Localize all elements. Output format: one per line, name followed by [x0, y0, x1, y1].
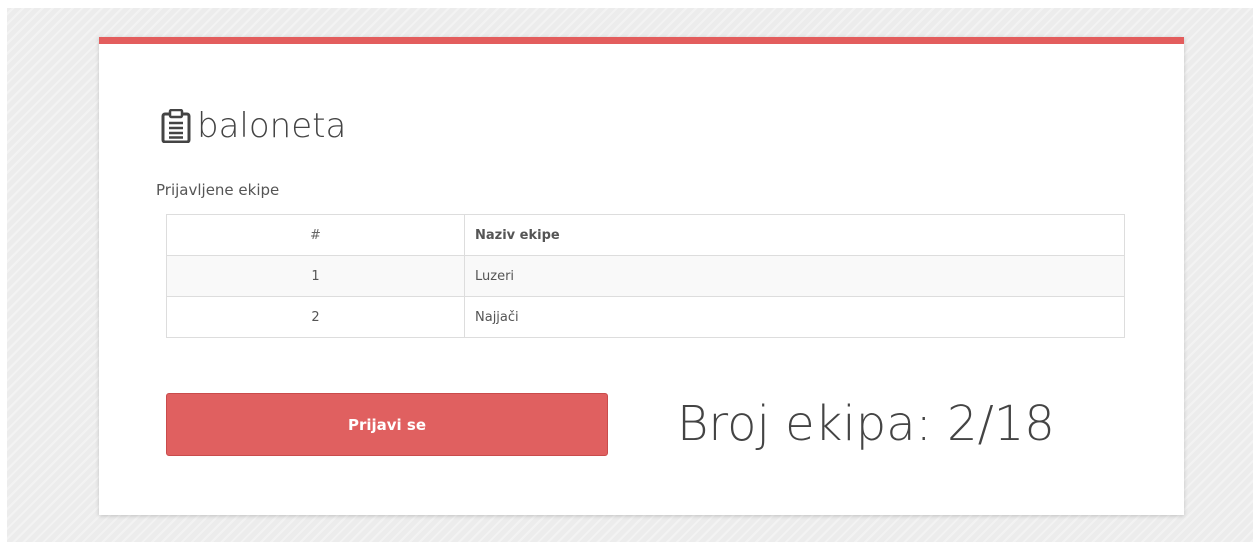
column-header-team-name: Naziv ekipe — [464, 214, 1125, 256]
main-card: baloneta Prijavljene ekipe # Naziv ekipe… — [99, 37, 1184, 515]
team-count: Broj ekipa: 2/18 — [677, 396, 1055, 452]
column-header-number: # — [166, 214, 465, 256]
top-strip — [0, 0, 1253, 8]
page-title-text: baloneta — [197, 106, 347, 146]
page-title: baloneta — [161, 104, 346, 148]
table-header-row: # Naziv ekipe — [166, 214, 1125, 256]
team-name-cell: Najjači — [464, 296, 1125, 338]
teams-section-label: Prijavljene ekipe — [156, 181, 280, 199]
team-name-cell: Luzeri — [464, 255, 1125, 297]
table-row: 2 Najjači — [166, 296, 1125, 338]
team-number-cell: 2 — [166, 296, 465, 338]
left-strip — [0, 0, 7, 542]
clipboard-icon — [161, 109, 191, 143]
table-row: 1 Luzeri — [166, 255, 1125, 297]
team-number-cell: 1 — [166, 255, 465, 297]
teams-table: # Naziv ekipe 1 Luzeri 2 Najjači — [166, 214, 1125, 338]
register-button[interactable]: Prijavi se — [166, 393, 608, 456]
